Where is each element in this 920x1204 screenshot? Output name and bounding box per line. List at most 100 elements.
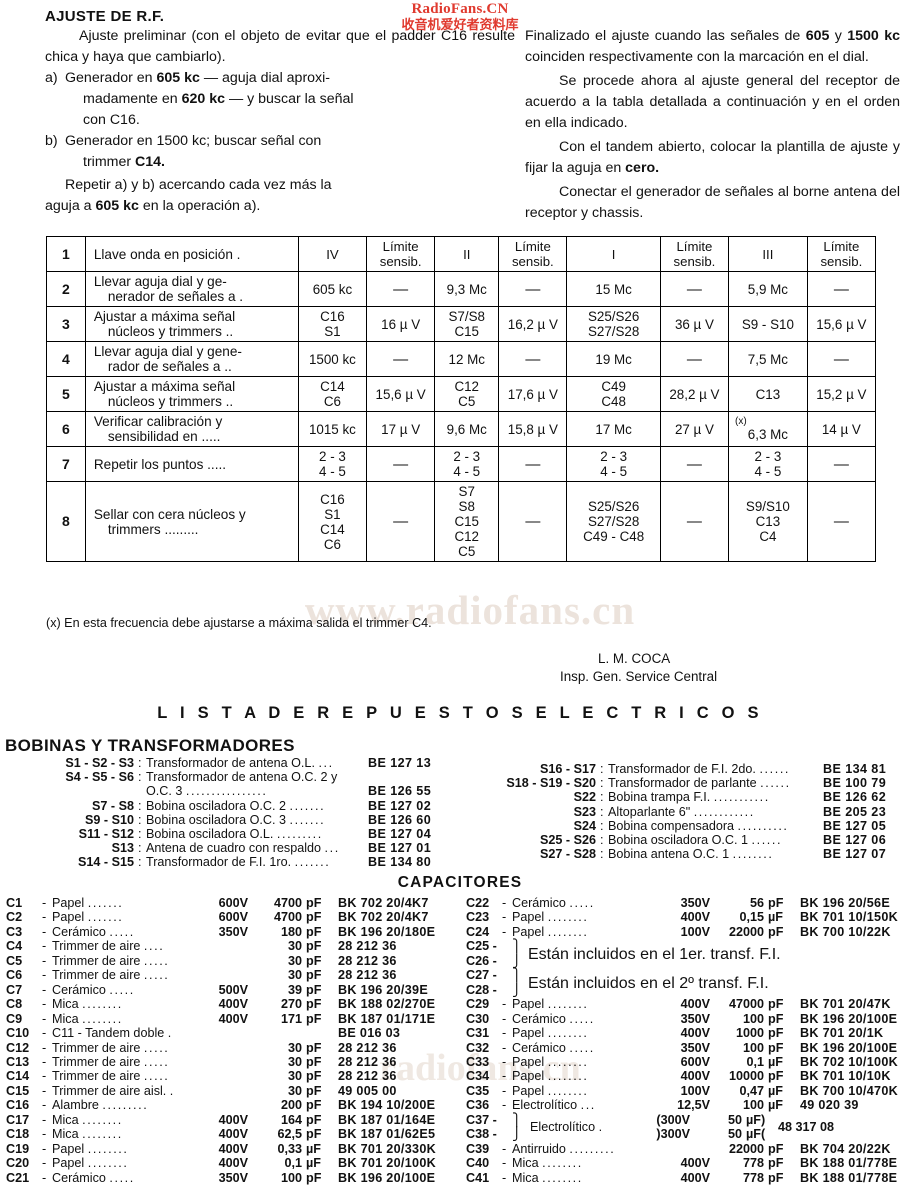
adjustment-table-body: 1 Llave onda en posición . IV Límite sens… (46, 236, 877, 562)
leader-dots: ..... (109, 1170, 135, 1185)
capacitor-unit: pF (768, 1011, 784, 1026)
capacitor-voltage: 350V (218, 924, 248, 939)
rf-step-b-line2: trimmer C14. (45, 152, 515, 173)
brace-icon: ⎭ (512, 953, 522, 968)
capacitor-ref: C41 (466, 1170, 490, 1185)
capacitor-dash: - (42, 1011, 47, 1026)
capacitor-type: Cerámico ..... (512, 1040, 595, 1055)
rf-repeat-freq: 605 kc (95, 198, 139, 214)
cell-band-iii: (x) 6,3 Mc (728, 411, 808, 447)
capacitor-list-item: C34- Papel ........ 400V 10000 pF BK 701 10/1… (466, 1069, 918, 1083)
coil-colon: : (138, 798, 142, 813)
capacitor-value: 50 (727, 1127, 742, 1142)
coil-part-number: BE 127 13 (368, 756, 432, 770)
capacitor-type: Trimmer de aire ..... (52, 953, 170, 968)
rf-step-a-freq2: 620 kc (181, 91, 225, 107)
rf-step-b-marker: b) (45, 133, 58, 149)
capacitor-type: C11 - Tandem doble . (52, 1026, 172, 1041)
capacitor-part-number: BK 188 01/778E (800, 1156, 898, 1171)
capacitor-value: 30 (287, 953, 302, 968)
cell-description: Verificar calibración y sensibilidad en .… (84, 411, 299, 447)
capacitor-unit: pF (306, 896, 322, 910)
capacitor-part-number: BE 016 03 (338, 1026, 401, 1041)
capacitor-part-number: BK 194 10/200E (338, 1098, 436, 1113)
cell-limit-1: 17 µ V (366, 411, 436, 447)
coil-part-number: BE 127 02 (368, 798, 432, 813)
coil-colon: : (600, 776, 604, 791)
coil-name: Bobina osciladora O.L. ......... (146, 827, 323, 842)
capacitor-value: 30 (287, 1069, 302, 1084)
coil-list-item: S1 - S2 - S3: Transformador de antena O.L… (8, 756, 460, 770)
leader-dots: ........ (547, 1083, 589, 1098)
cell-band-iv: C16 S1 (297, 306, 368, 342)
rf-paragraph-procede: Se procede ahora al ajuste general del r… (525, 73, 900, 131)
coil-name: Antena de cuadro con respaldo ... (146, 841, 340, 856)
capacitor-part-number: BK 701 20/330K (338, 1141, 437, 1156)
capacitor-part-number: 28 212 36 (338, 953, 397, 968)
capacitor-unit: pF (306, 982, 322, 997)
brace-icon: ⎭ (512, 982, 522, 997)
capacitor-list-item: C17- Mica ........ 400V 164 pF BK 187 01/164E (6, 1113, 456, 1127)
capacitor-ref: C32 (466, 1040, 490, 1055)
capacitor-value: 22000 (728, 1141, 764, 1156)
coil-colon: : (138, 770, 142, 785)
capacitor-voltage: 400V (680, 1156, 710, 1171)
cell-limit-1: 15,6 µ V (366, 376, 436, 412)
coil-name: Bobina osciladora O.C. 3 ....... (146, 812, 326, 827)
capacitor-value: 100 (742, 1040, 764, 1055)
rf-step-a-seg1: Generador en (65, 70, 157, 86)
capacitor-dash: - (42, 1170, 47, 1185)
capacitor-dash: - (502, 1141, 507, 1156)
capacitor-list-item: C6 - Trimmer de aire ..... 30 pF 28 212 36 (6, 968, 456, 982)
capacitor-voltage: 400V (680, 997, 710, 1012)
rf-tandem-seg1: Con el tandem abierto, colocar la planti… (525, 139, 900, 176)
capacitor-ref: C16 (6, 1098, 30, 1113)
capacitor-part-number: BK 702 20/4K7 (338, 896, 429, 910)
coil-part-number (368, 770, 460, 784)
coil-ref: S16 - S17 (539, 762, 596, 776)
capacitor-value: 778 (742, 1156, 764, 1171)
cell-description: Ajustar a máxima señal núcleos y trimmers… (84, 306, 299, 342)
capacitor-part-number: BK 701 20/100K (338, 1156, 437, 1171)
capacitor-value: 180 (280, 924, 302, 939)
capacitor-dash: - (42, 896, 47, 910)
signature-block: L. M. COCA Insp. Gen. Service Central (560, 650, 717, 686)
footnote-marker: (x) (735, 416, 747, 427)
cell-limit-4: — (806, 481, 877, 562)
leader-dots: ..... (143, 953, 170, 968)
cell-limit-3: — (659, 271, 730, 307)
leader-dots: ... (580, 1098, 596, 1113)
capacitor-value: 0,1 (746, 1054, 764, 1069)
adjustment-table: 1 Llave onda en posición . IV Límite sens… (46, 236, 877, 562)
cell-band-iv: 605 kc (297, 271, 368, 307)
coil-colon: : (600, 847, 604, 862)
capacitor-unit: pF (768, 1026, 784, 1041)
cell-band-iii: C13 (728, 376, 808, 412)
capacitor-value: 30 (287, 939, 302, 954)
cell-band-i: C49 C48 (566, 376, 661, 412)
capacitor-list-item: C36- Electrolítico ... 12,5V 100 µF 49 020 39 (466, 1098, 918, 1112)
header-limit-4: Límite sensib. (806, 236, 877, 272)
header-band-i: I (566, 236, 661, 272)
capacitor-list-item: C21- Cerámico ..... 350V 100 pF BK 196 20/100… (6, 1171, 456, 1185)
capacitor-dash: - (502, 1156, 507, 1171)
capacitor-type: Papel ........ (512, 1054, 589, 1069)
capacitor-ref: C21 (6, 1170, 30, 1185)
rf-step-b: b) Generador en 1500 kc; buscar señal co… (45, 131, 515, 152)
capacitor-type: Electrolítico ... (512, 1098, 596, 1113)
capacitor-ref: C39 (466, 1141, 490, 1156)
leader-dots: ................ (185, 784, 268, 799)
coil-list-item: S27 - S28: Bobina antena O.C. 1 ........ B… (470, 847, 915, 861)
capacitor-voltage: 350V (680, 1040, 710, 1055)
coil-part-number: BE 127 04 (368, 827, 432, 842)
rf-repeat-line1: Repetir a) y b) acercando cada vez más l… (45, 175, 515, 196)
coils-list-left: S1 - S2 - S3: Transformador de antena O.L… (8, 756, 460, 870)
rf-repeat-seg1: Repetir a) y b) acercando cada vez más l… (65, 177, 332, 193)
cell-band-ii: 2 - 34 - 5 (434, 446, 500, 482)
coil-ref: S24 (573, 818, 596, 833)
capacitor-list-item: C16- Alambre ......... 200 pF BK 194 10/200E (6, 1098, 456, 1112)
capacitor-part-number: BK 196 20/56E (800, 896, 891, 910)
capacitor-dash: - (42, 968, 47, 983)
capacitor-part-number: BK 187 01/171E (338, 1011, 436, 1026)
capacitor-ref: C35 (466, 1083, 490, 1098)
